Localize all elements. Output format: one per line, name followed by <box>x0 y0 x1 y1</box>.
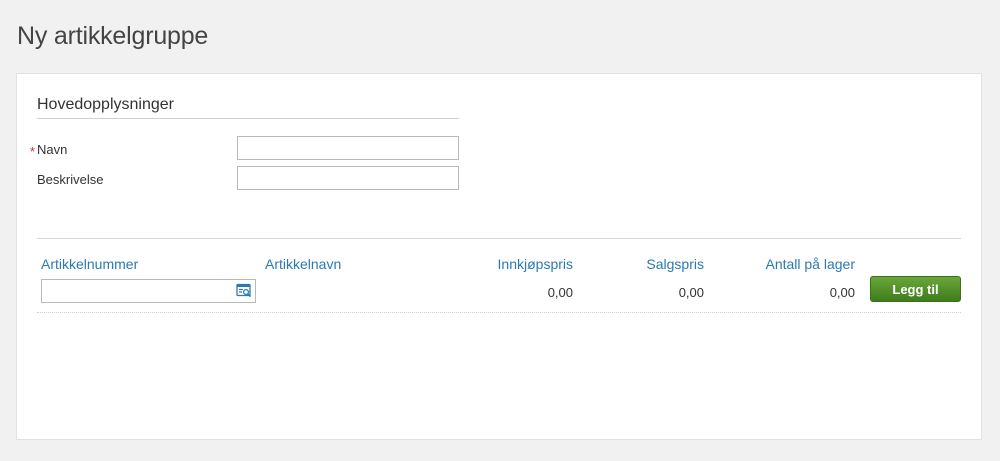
column-header-sales-price[interactable]: Salgspris <box>646 256 704 272</box>
row-divider <box>37 312 961 313</box>
sales-price-value: 0,00 <box>678 285 704 300</box>
stock-quantity-value: 0,00 <box>829 285 855 300</box>
table-divider <box>37 238 961 239</box>
page-title: Ny artikkelgruppe <box>17 22 209 50</box>
article-number-field <box>41 279 256 303</box>
section-divider <box>37 118 459 119</box>
column-header-article-number[interactable]: Artikkelnummer <box>41 256 138 272</box>
name-label: Navn <box>37 142 68 157</box>
add-item-button[interactable]: Legg til <box>870 276 961 302</box>
description-input[interactable] <box>237 166 459 190</box>
column-header-stock-quantity[interactable]: Antall på lager <box>765 256 855 272</box>
article-group-form-card: Hovedopplysninger * Navn Beskrivelse Art… <box>16 73 982 440</box>
description-label: Beskrivelse <box>37 172 104 187</box>
section-title: Hovedopplysninger <box>37 96 174 113</box>
column-header-purchase-price[interactable]: Innkjøpspris <box>498 256 573 272</box>
name-input[interactable] <box>237 136 459 160</box>
required-marker: * <box>30 144 36 159</box>
column-header-article-name[interactable]: Artikkelnavn <box>265 256 341 272</box>
purchase-price-value: 0,00 <box>547 285 573 300</box>
article-number-input[interactable] <box>42 280 232 302</box>
search-list-icon[interactable] <box>236 283 252 299</box>
